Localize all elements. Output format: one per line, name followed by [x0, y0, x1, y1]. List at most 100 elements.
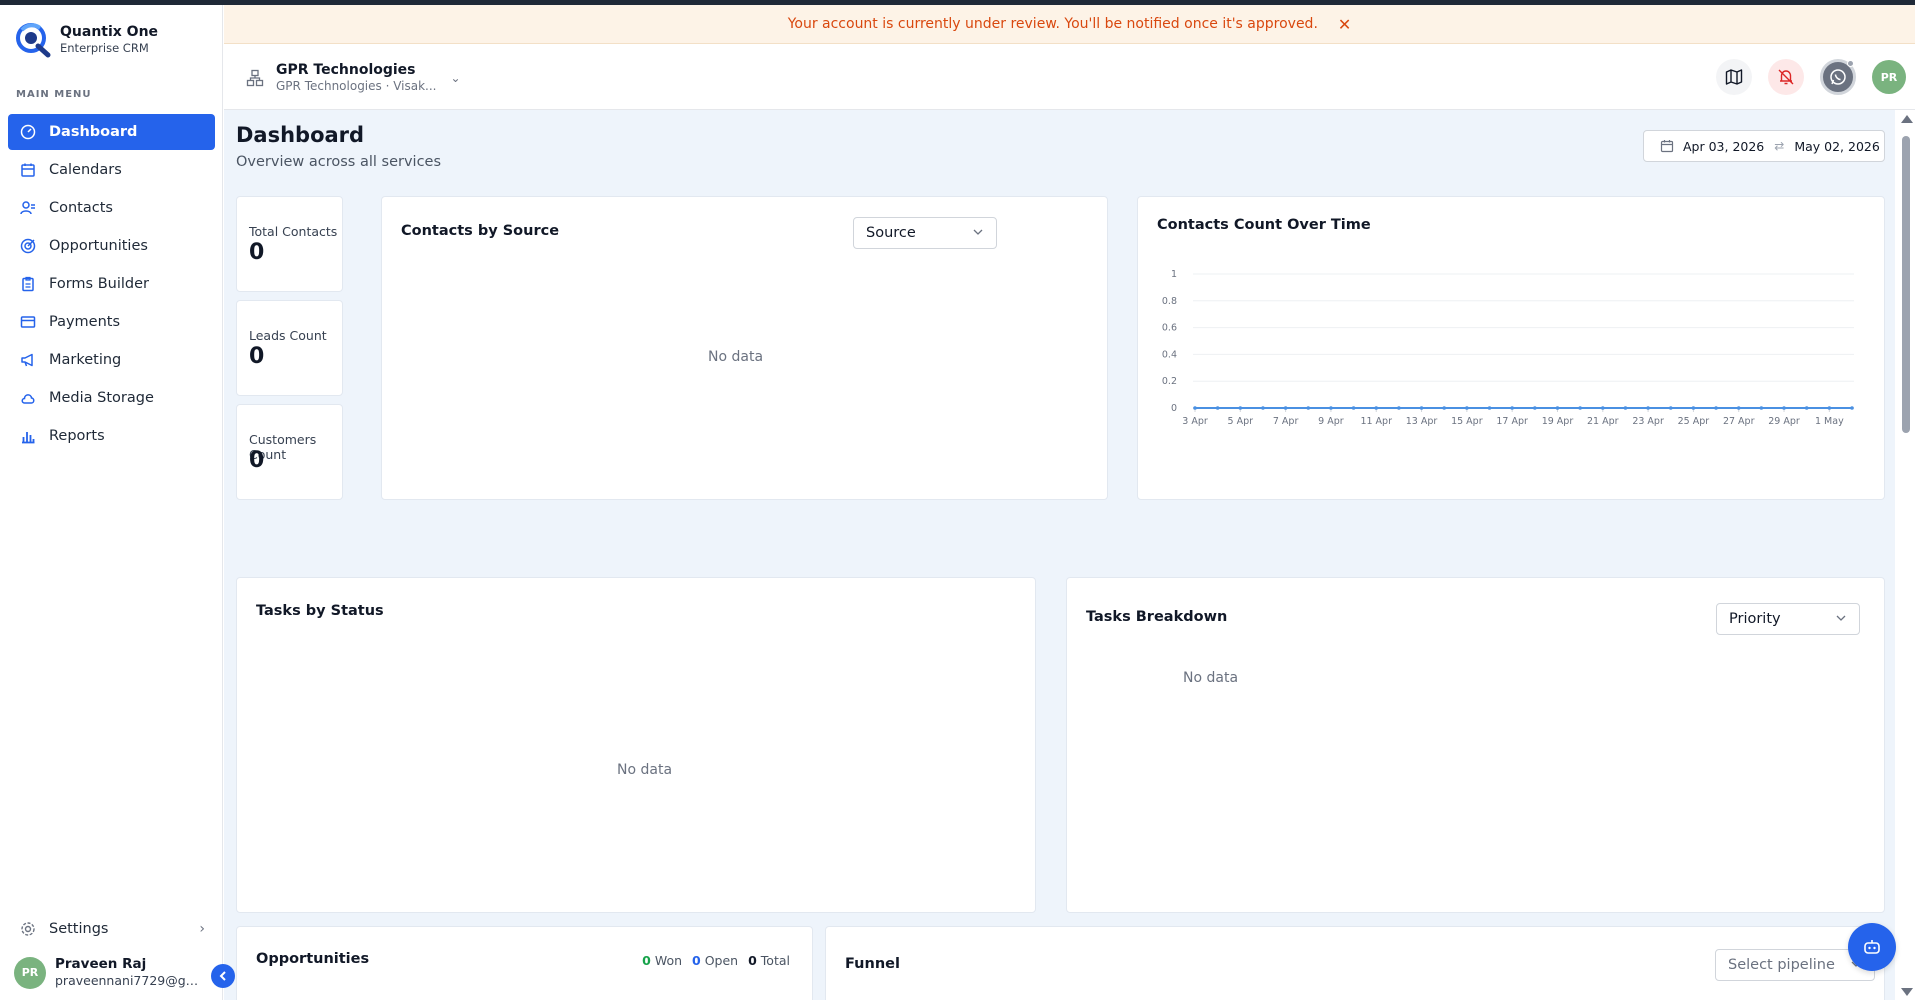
chevron-left-icon	[219, 971, 226, 981]
y-tick-label: 0.8	[1162, 296, 1177, 307]
y-tick-label: 0.6	[1162, 323, 1177, 334]
notifications-button[interactable]	[1768, 59, 1804, 95]
sidebar-item-label: Media Storage	[49, 390, 154, 406]
sidebar-item-label: Calendars	[49, 162, 122, 178]
sidebar-item-media-storage[interactable]: Media Storage	[8, 380, 215, 416]
gear-icon	[21, 922, 35, 936]
stat-value: 0	[249, 448, 265, 473]
x-tick-label: 19 Apr	[1542, 416, 1574, 427]
close-icon[interactable]: ✕	[1338, 15, 1351, 34]
profile-avatar-button[interactable]: PR	[1872, 60, 1906, 94]
x-tick-label: 29 Apr	[1768, 416, 1800, 427]
scroll-up-arrow-icon[interactable]	[1901, 115, 1913, 123]
page-title: Dashboard	[236, 123, 365, 147]
sidebar-item-dashboard[interactable]: Dashboard	[8, 114, 215, 150]
scroll-down-arrow-icon[interactable]	[1901, 988, 1913, 996]
data-point[interactable]	[1261, 406, 1265, 410]
banner-message: Your account is currently under review. …	[787, 16, 1318, 32]
data-point[interactable]	[1714, 406, 1718, 410]
user-profile[interactable]: PR Praveen Raj praveennani7729@gm...	[14, 956, 200, 989]
data-point[interactable]	[1736, 406, 1741, 410]
brand[interactable]: Quantix One Enterprise CRM	[14, 20, 158, 58]
no-data-text: No data	[617, 762, 673, 778]
data-point[interactable]	[1215, 406, 1220, 410]
x-tick-label: 5 Apr	[1228, 416, 1254, 427]
data-point[interactable]	[1759, 406, 1764, 410]
no-data-text: No data	[708, 349, 764, 365]
sidebar-item-contacts[interactable]: Contacts	[8, 190, 215, 226]
main-menu-heading: MAIN MENU	[16, 89, 92, 100]
data-point[interactable]	[1827, 406, 1832, 410]
x-tick-label: 3 Apr	[1182, 416, 1208, 427]
data-point[interactable]	[1668, 406, 1673, 410]
data-point[interactable]	[1238, 406, 1243, 410]
x-tick-label: 25 Apr	[1678, 416, 1710, 427]
settings-label: Settings	[49, 921, 109, 937]
tasks-breakdown-card: Tasks Breakdown Priority No data	[1066, 577, 1885, 913]
sidebar-item-marketing[interactable]: Marketing	[8, 342, 215, 378]
data-point[interactable]	[1646, 406, 1650, 410]
won-stat: 0 Won	[642, 953, 683, 968]
sidebar-item-settings[interactable]: Settings ›	[20, 916, 205, 942]
user-email: praveennani7729@gm...	[55, 973, 200, 988]
data-point[interactable]	[1329, 406, 1333, 410]
data-point[interactable]	[1374, 406, 1379, 410]
map-button[interactable]	[1716, 59, 1752, 95]
card-title: Contacts by Source	[401, 223, 560, 239]
sidebar-item-opportunities[interactable]: Opportunities	[8, 228, 215, 264]
data-point[interactable]	[1555, 406, 1560, 410]
data-point[interactable]	[1578, 406, 1582, 410]
date-range-picker[interactable]: Apr 03, 2026 ⇄ May 02, 2026	[1643, 130, 1885, 162]
data-point[interactable]	[1419, 406, 1424, 410]
contacts-line-chart: 00.20.40.60.813 Apr 5 Apr 7 Apr 9 Apr 11 Apr…	[1162, 269, 1854, 427]
data-point[interactable]	[1850, 406, 1854, 410]
priority-select[interactable]: Priority	[1716, 603, 1860, 635]
whatsapp-button[interactable]	[1820, 59, 1856, 95]
x-tick-label: 17 Apr	[1496, 416, 1528, 427]
main-scrollbar[interactable]	[1897, 110, 1915, 1000]
x-tick-label: 7 Apr	[1273, 416, 1299, 427]
x-tick-label: 23 Apr	[1632, 416, 1664, 427]
data-point[interactable]	[1283, 406, 1288, 410]
data-point[interactable]	[1351, 406, 1356, 410]
data-point[interactable]	[1487, 406, 1492, 410]
data-point[interactable]	[1804, 406, 1809, 410]
avatar: PR	[14, 956, 46, 989]
data-point[interactable]	[1193, 406, 1197, 410]
y-tick-label: 0.2	[1162, 376, 1177, 387]
collapse-sidebar-button[interactable]	[211, 964, 235, 988]
chatbot-button[interactable]	[1848, 923, 1896, 971]
data-point[interactable]	[1306, 406, 1311, 410]
data-point[interactable]	[1397, 406, 1401, 410]
y-tick-label: 0.4	[1162, 349, 1177, 360]
data-point[interactable]	[1691, 406, 1696, 410]
data-point[interactable]	[1782, 406, 1786, 410]
sidebar-item-forms-builder[interactable]: Forms Builder	[8, 266, 215, 302]
review-banner: Your account is currently under review. …	[224, 5, 1915, 44]
opportunity-stats: 0 Won 0 Open 0 Total	[642, 953, 790, 968]
scroll-thumb[interactable]	[1902, 136, 1910, 433]
open-stat: 0 Open	[692, 953, 739, 968]
sidebar-item-reports[interactable]: Reports	[8, 418, 215, 454]
data-point[interactable]	[1510, 406, 1514, 410]
data-point[interactable]	[1465, 406, 1469, 410]
data-point[interactable]	[1533, 406, 1537, 410]
source-select[interactable]: Source	[853, 217, 997, 249]
data-point[interactable]	[1623, 406, 1628, 410]
contacts-icon	[20, 200, 36, 216]
dashboard-icon	[20, 124, 36, 140]
data-point[interactable]	[1442, 406, 1447, 410]
date-to: May 02, 2026	[1794, 138, 1880, 154]
select-placeholder: Select pipeline	[1728, 957, 1835, 973]
bell-off-icon	[1778, 69, 1794, 85]
data-point[interactable]	[1600, 406, 1605, 410]
chevron-right-icon: ›	[199, 921, 205, 937]
sidebar-item-calendars[interactable]: Calendars	[8, 152, 215, 188]
org-location: GPR Technologies · Visak...	[276, 79, 437, 93]
payments-icon	[20, 314, 36, 330]
calendar-icon	[20, 162, 36, 178]
tasks-by-status-card: Tasks by Status No data	[236, 577, 1036, 913]
app-subtitle: Enterprise CRM	[60, 40, 149, 55]
org-switcher[interactable]: GPR Technologies GPR Technologies · Visa…	[246, 61, 461, 94]
sidebar-item-payments[interactable]: Payments	[8, 304, 215, 340]
